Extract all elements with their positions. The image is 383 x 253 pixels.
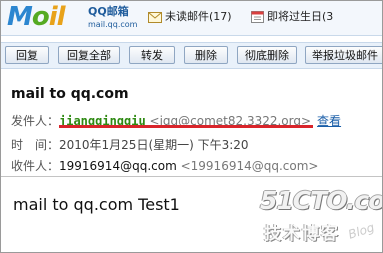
- sender-label: 发件人：: [11, 114, 60, 128]
- watermark-site: 51CTO.com: [260, 186, 383, 215]
- report-spam-button[interactable]: 举报垃圾邮件: [305, 46, 382, 64]
- mail-window: Moil QQ邮箱 mail.qq.com 未读邮件(17) 即将过生日(3 回…: [0, 0, 383, 253]
- recipient-row: 收件人：19916914@qq.com <19916914@qq.com>: [11, 157, 318, 174]
- forward-button[interactable]: 转发: [129, 46, 175, 64]
- recipient-address: <19916914@qq.com>: [180, 159, 319, 173]
- recipient-label: 收件人：: [11, 159, 60, 173]
- sender-highlight-underline: [59, 125, 313, 128]
- reply-all-button[interactable]: 回复全部: [58, 46, 120, 64]
- header-divider: [1, 176, 382, 177]
- unread-mail-notice[interactable]: 未读邮件(17): [148, 8, 232, 24]
- calendar-icon: [251, 11, 264, 23]
- permanent-delete-button[interactable]: 彻底删除: [237, 46, 297, 64]
- time-row: 时 间：2010年1月25日(星期一) 下午3:20: [11, 136, 249, 153]
- unread-mail-label: 未读邮件(17): [165, 10, 232, 23]
- recipient-name[interactable]: 19916914@qq.com: [59, 159, 177, 173]
- view-sender-link[interactable]: 查看: [317, 114, 341, 128]
- reply-button[interactable]: 回复: [5, 46, 49, 64]
- logo-title: QQ邮箱: [88, 5, 129, 18]
- mail-subject: mail to qq.com: [11, 86, 129, 102]
- logo-letter-m: M: [7, 2, 33, 32]
- watermark-blog-cn: 技术博客: [264, 224, 340, 244]
- mail-body: mail to qq.com Test1: [13, 195, 180, 214]
- logo-caption: QQ邮箱 mail.qq.com: [88, 5, 137, 31]
- time-label: 时 间：: [11, 138, 60, 152]
- qqmail-logo[interactable]: Moil: [7, 2, 66, 32]
- mail-icon: [148, 12, 162, 23]
- logo-url: mail.qq.com: [88, 20, 138, 29]
- mail-header: mail to qq.com 发件人：jiangqingqiu <jqq@com…: [1, 68, 382, 174]
- mail-toolbar: 回复 回复全部 转发 删除 彻底删除 举报垃圾邮件: [1, 42, 382, 69]
- watermark-blog-en: Blog: [346, 220, 377, 242]
- top-bar: Moil QQ邮箱 mail.qq.com 未读邮件(17) 即将过生日(3: [1, 1, 382, 36]
- site-watermark: 51CTO.com 技术博客 Blog: [256, 186, 383, 252]
- logo-letter-o: o: [31, 2, 50, 32]
- logo-letter-il: il: [48, 2, 66, 32]
- time-value: 2010年1月25日(星期一) 下午3:20: [59, 138, 249, 152]
- birthday-label: 即将过生日(3: [267, 10, 334, 23]
- delete-button[interactable]: 删除: [184, 46, 228, 64]
- birthday-notice[interactable]: 即将过生日(3: [251, 8, 333, 24]
